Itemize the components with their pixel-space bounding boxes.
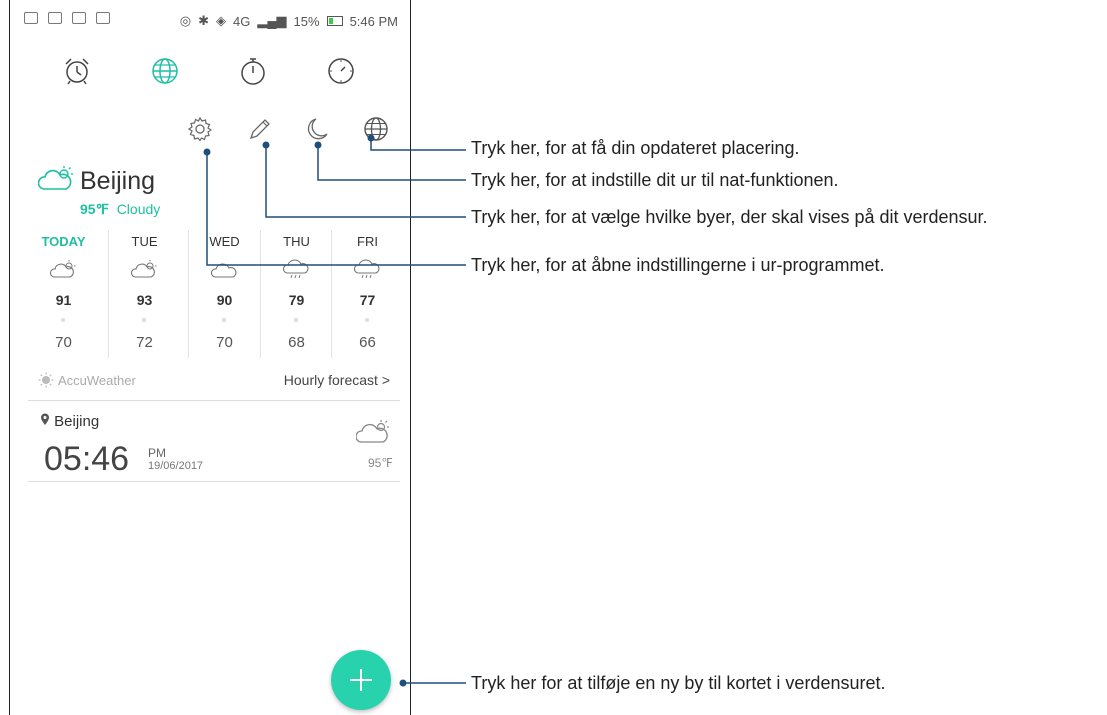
callout-night: Tryk her, for at indstille dit ur til na… [471,170,839,190]
callout-add: Tryk her for at tilføje en ny by til kor… [471,673,886,693]
callout-dot [314,141,322,149]
callout-line-edit [265,145,466,218]
callout-line-settings [206,152,466,266]
callout-settings: Tryk her, for at åbne indstillingerne i … [471,255,885,275]
callout-location: Tryk her, for at få din opdateret placer… [471,138,800,158]
callout-lines [203,134,466,687]
callout-dot [367,134,375,142]
callout-dot [203,148,211,156]
callout-dot [262,141,270,149]
callout-line-location [370,138,466,151]
callout-dot [399,679,407,687]
callout-edit: Tryk her, for at vælge hvilke byer, der … [471,207,988,227]
